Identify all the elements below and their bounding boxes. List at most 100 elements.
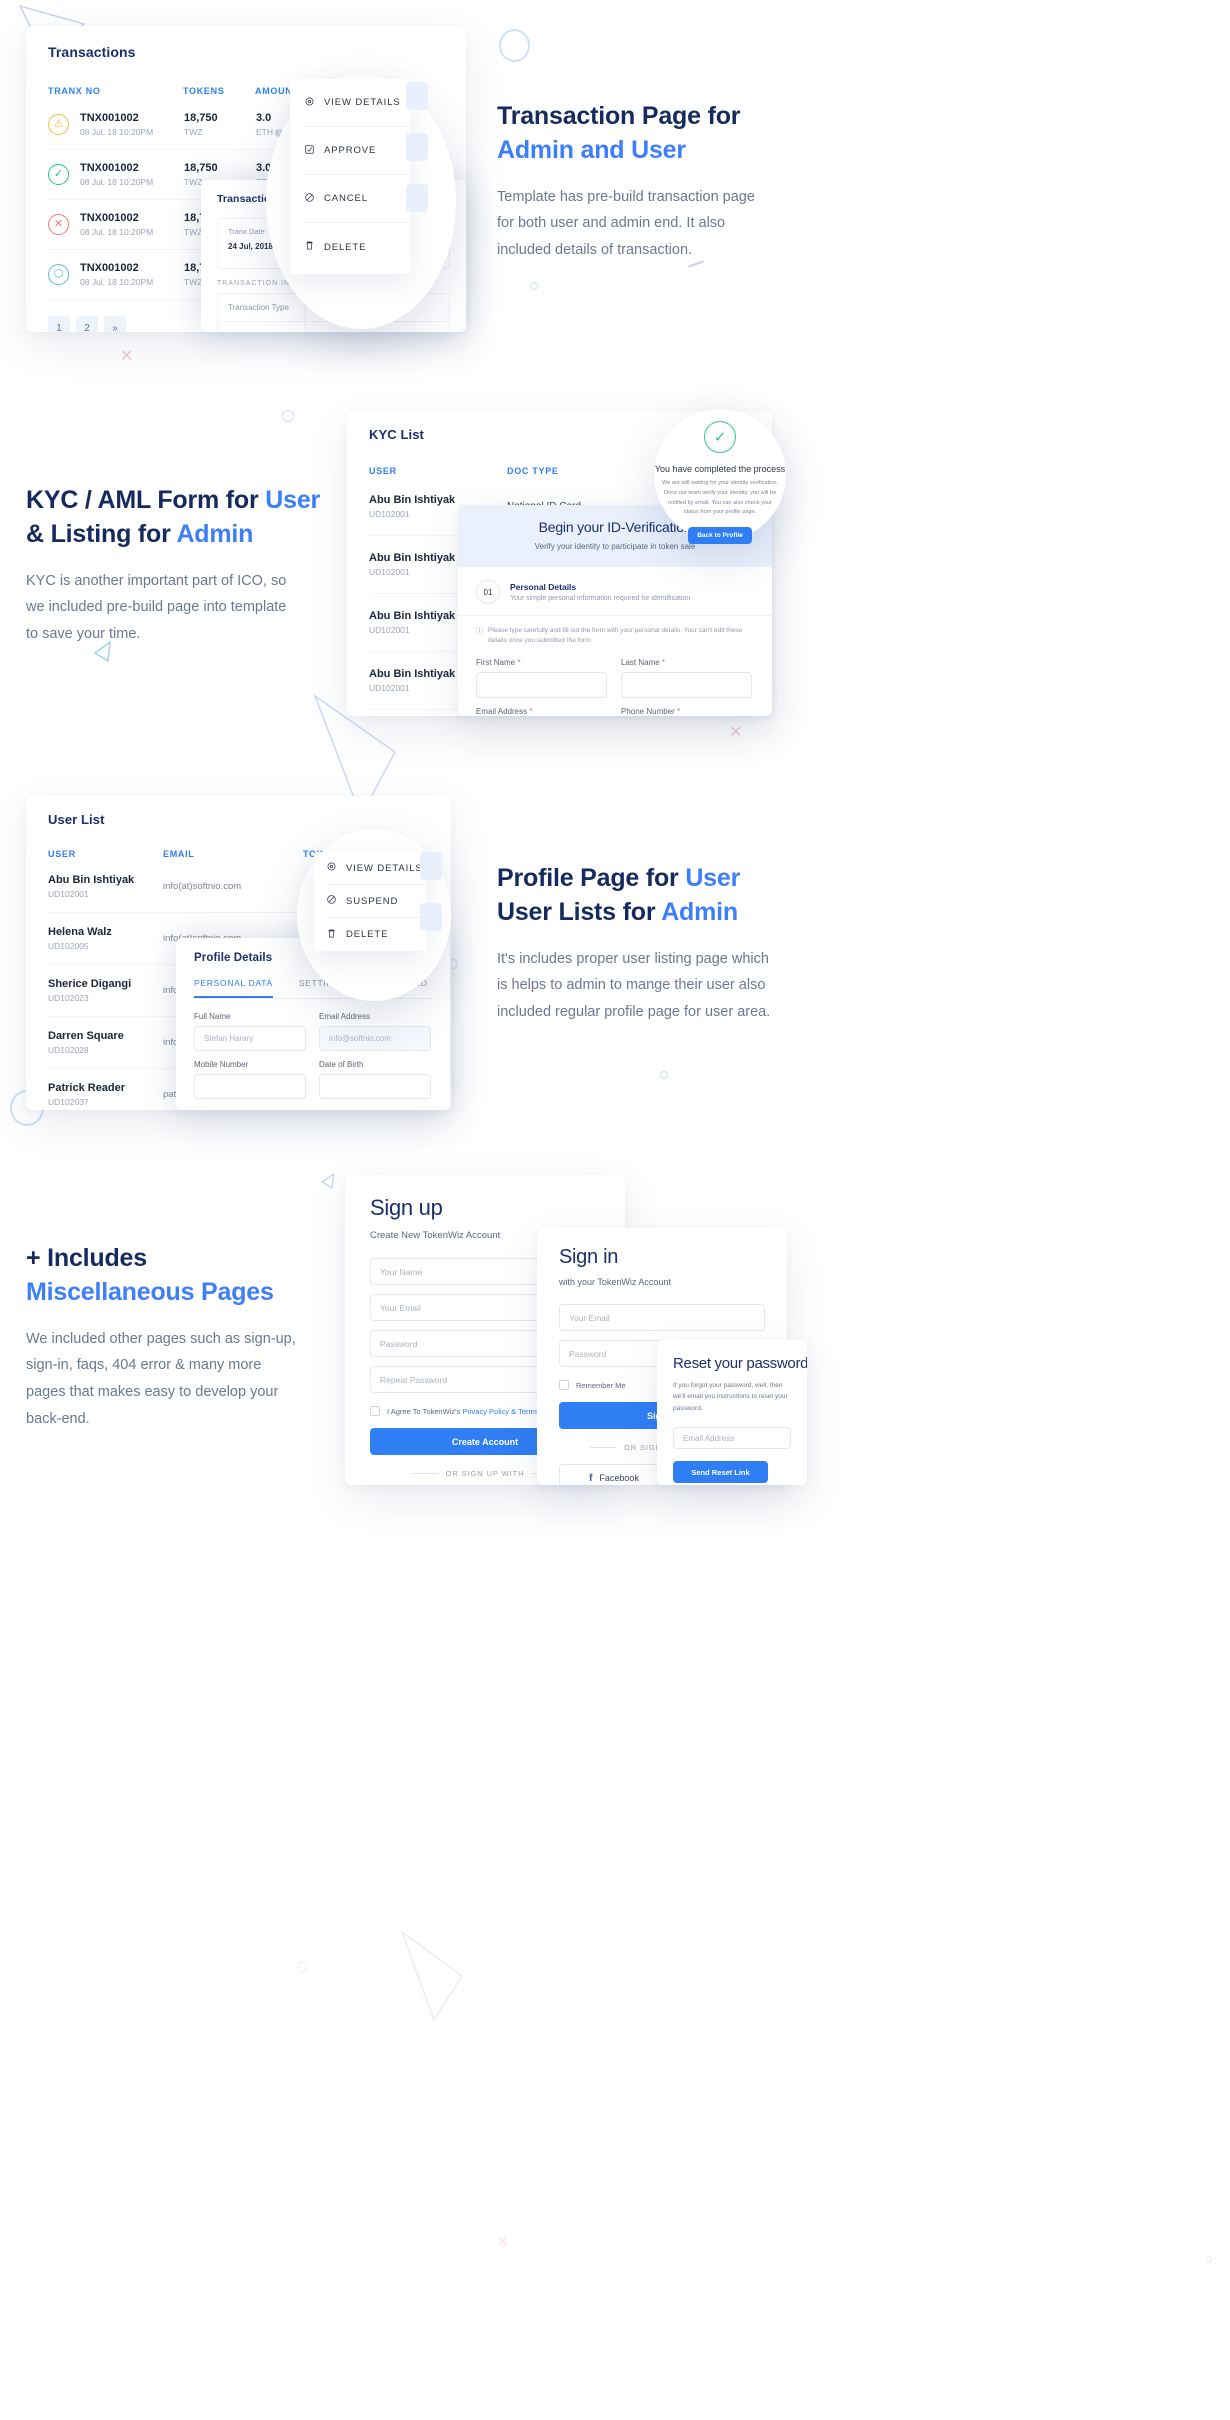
signin-facebook-label: Facebook <box>599 1473 639 1483</box>
user-context-menu[interactable]: VIEW DETAILS SUSPEND DELETE <box>314 852 426 951</box>
headline-line-1: Transaction Page for <box>497 102 741 130</box>
kyc-step-title: Personal Details <box>510 582 577 592</box>
detail-key: Payment Getway <box>218 322 306 332</box>
kyc-copy: KYC / AML Form for User & Listing for Ad… <box>26 484 326 648</box>
field-label: Phone Number * <box>621 706 681 716</box>
signin-subtitle: with your TokenWiz Account <box>559 1277 671 1287</box>
required-marker: * <box>677 706 681 716</box>
remember-me-checkbox[interactable] <box>559 1380 569 1390</box>
misc-copy: + Includes Miscellaneous Pages We includ… <box>26 1242 326 1433</box>
field-label: Email Address * <box>476 706 533 716</box>
tranx-id: TNX001002 <box>80 262 139 274</box>
info-icon: ⓘ <box>476 628 483 635</box>
menu-item-delete[interactable]: DELETE <box>326 918 426 951</box>
menu-item-label: SUSPEND <box>346 895 399 907</box>
kyc-complete-panel: ✓ You have completed the process We are … <box>644 412 796 545</box>
kyc-complete-body: We are still waiting for your identity v… <box>661 480 779 516</box>
user-row-kebab-1[interactable] <box>420 852 442 880</box>
field-label: Date of Birth <box>319 1060 364 1069</box>
terms-link[interactable]: Privacy Policy & Terms. <box>462 1407 540 1416</box>
row-actions-kebab-2[interactable] <box>406 133 428 161</box>
form-field: Email Address * <box>476 707 607 716</box>
tranx-id: TNX001002 <box>80 112 139 124</box>
user-list-title: User List <box>48 812 105 827</box>
field-input[interactable] <box>476 671 607 698</box>
kyc-notice: Please type carefully and fill out the f… <box>488 627 743 645</box>
check-square-icon <box>304 144 315 158</box>
menu-item-cancel[interactable]: CANCEL <box>304 175 410 223</box>
pagination-page-2[interactable]: 2 <box>76 316 98 332</box>
required-marker: * <box>529 706 533 716</box>
user-email: info(at)softnio.com <box>163 881 242 892</box>
field-input[interactable]: Stefan Harary <box>194 1026 306 1051</box>
user-column-email: EMAIL <box>163 849 195 859</box>
headline-line-2: Admin and User <box>497 135 686 164</box>
transaction-context-menu[interactable]: VIEW DETAILS APPROVE CANCEL DELETE <box>290 79 410 274</box>
remember-me-label: Remember Me <box>576 1380 626 1390</box>
menu-item-view-details[interactable]: VIEW DETAILS <box>326 852 426 885</box>
field-input[interactable] <box>319 1074 431 1099</box>
kyc-headline-line-1: KYC / AML Form for <box>26 486 259 514</box>
user-name: Helena Walz <box>48 926 112 938</box>
deco-ring-bottom-right <box>1205 2256 1212 2263</box>
auth-input[interactable]: Your Email <box>559 1304 765 1331</box>
deco-triangle-bottom <box>400 1929 464 2022</box>
profile-headline-line-1: Profile Page for <box>497 864 679 892</box>
deco-ring-small-2 <box>282 410 294 422</box>
form-field: Mobile Number <box>194 1060 306 1099</box>
deco-ring-top-right <box>499 29 530 62</box>
reset-email-input[interactable]: Email Address <box>673 1427 791 1450</box>
trash-icon <box>304 240 315 254</box>
menu-item-delete[interactable]: DELETE <box>304 223 410 271</box>
status-error-icon: ✕ <box>48 214 69 235</box>
profile-blurb: It's includes proper user listing page w… <box>497 950 771 1021</box>
row-actions-kebab-3[interactable] <box>406 184 428 212</box>
signin-title: Sign in <box>559 1246 619 1268</box>
profile-headline-accent-2: Admin <box>661 897 738 926</box>
tokens-unit: TWZ <box>184 127 203 137</box>
kyc-step-subtitle: Your simple personal information require… <box>510 595 691 602</box>
kyc-headline-accent-2: Admin <box>176 519 254 548</box>
profile-headline-line-2: User Lists for <box>497 897 656 926</box>
menu-item-label: APPROVE <box>324 145 377 156</box>
pagination-next[interactable]: » <box>104 316 126 332</box>
tab-personal-data[interactable]: PERSONAL DATA <box>194 978 273 998</box>
field-label: First Name * <box>476 657 521 667</box>
deco-ring-signup <box>298 1962 307 1973</box>
misc-headline: + Includes Miscellaneous Pages <box>26 1242 326 1310</box>
field-input[interactable] <box>621 671 752 698</box>
tokens-value: 18,750 <box>184 112 218 124</box>
kyc-step-number: 01 <box>476 580 500 604</box>
menu-item-suspend[interactable]: SUSPEND <box>326 885 426 918</box>
back-to-profile-button[interactable]: Back to Profile <box>688 527 752 545</box>
user-id: UD102005 <box>48 941 89 951</box>
kyc-headline: KYC / AML Form for User & Listing for Ad… <box>26 484 326 552</box>
menu-item-label: CANCEL <box>324 193 368 204</box>
signin-facebook-button[interactable]: f Facebook <box>559 1464 669 1485</box>
user-row-kebab-2[interactable] <box>420 903 442 931</box>
field-input[interactable]: info@softnio.com <box>319 1026 431 1051</box>
deco-ring-small-4 <box>660 1071 668 1079</box>
form-field: Email Address info@softnio.com <box>319 1012 431 1051</box>
required-marker: * <box>517 657 521 667</box>
field-input[interactable] <box>194 1074 306 1099</box>
pagination-page-1[interactable]: 1 <box>48 316 70 332</box>
form-field: Full Name Stefan Harary <box>194 1012 306 1051</box>
tranx-date: 08 Jul, 18 10:20PM <box>80 277 154 287</box>
kyc-form-fields: First Name * Last Name * Email Address * Ph… <box>476 658 754 716</box>
user-name: Patrick Reader <box>48 1082 126 1094</box>
row-actions-kebab-1[interactable] <box>406 82 428 110</box>
status-success-icon: ✓ <box>48 164 69 185</box>
send-reset-link-button[interactable]: Send Reset Link <box>673 1461 768 1484</box>
user-id: UD102028 <box>48 1045 89 1055</box>
tokens-value: 18,750 <box>184 162 218 174</box>
terms-checkbox[interactable] <box>370 1406 380 1416</box>
menu-item-view-details[interactable]: VIEW DETAILS <box>304 79 410 127</box>
kyc-column-doc-type: DOC TYPE <box>507 466 559 476</box>
required-marker: * <box>661 657 666 667</box>
kyc-headline-accent-1: User <box>265 486 321 514</box>
user-id: UD102023 <box>48 993 89 1003</box>
status-warning-icon: ⚠ <box>48 114 69 135</box>
profile-headline-accent-1: User <box>685 864 741 892</box>
menu-item-approve[interactable]: APPROVE <box>304 127 410 175</box>
